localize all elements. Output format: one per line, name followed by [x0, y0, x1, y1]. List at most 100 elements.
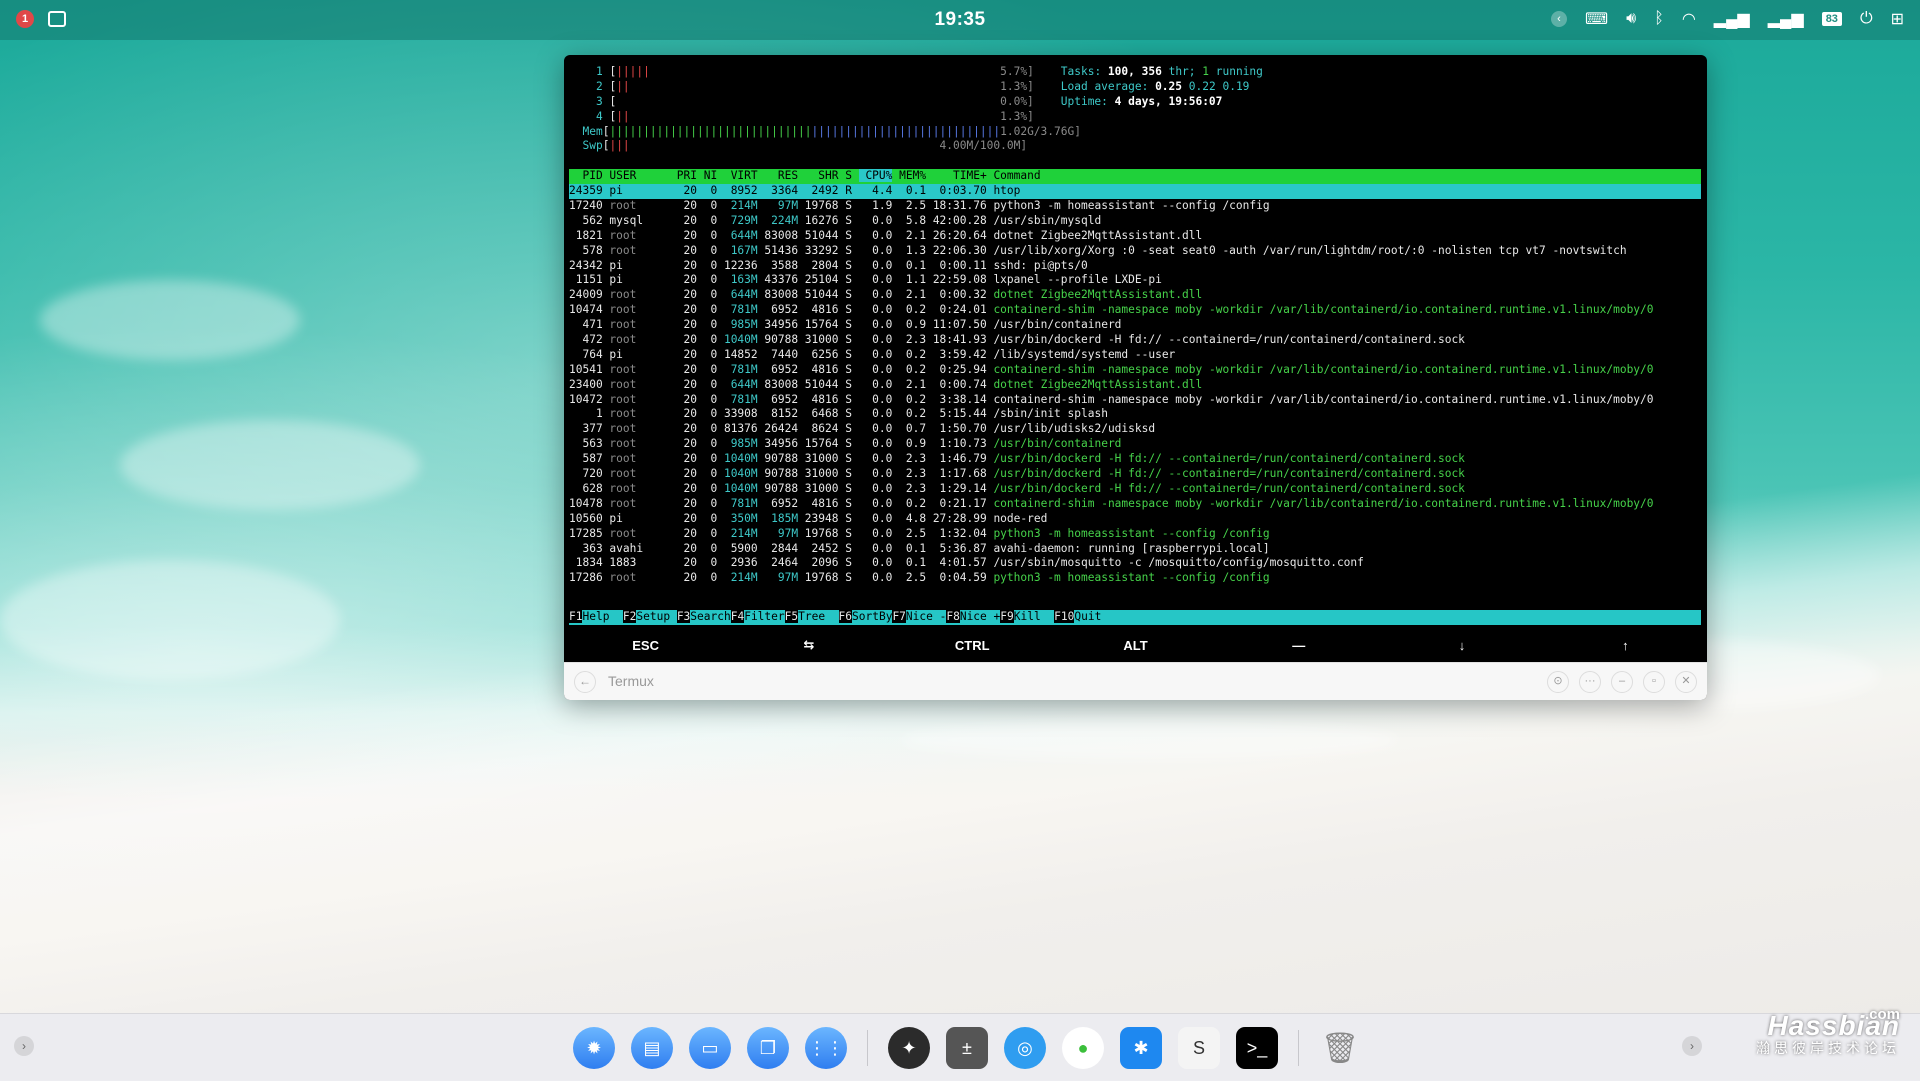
- table-row[interactable]: 1151 pi 20 0 163M 43376 25104 S 0.0 1.1 …: [569, 273, 1701, 288]
- bluetooth-icon[interactable]: ᛒ: [1654, 10, 1664, 28]
- extra-key[interactable]: ⇆: [739, 637, 879, 653]
- column-header-mem[interactable]: MEM%: [892, 169, 926, 182]
- fkey-f7[interactable]: F7Nice -: [892, 610, 946, 625]
- more-button[interactable]: ···: [1579, 671, 1601, 693]
- extra-key[interactable]: ESC: [576, 638, 716, 653]
- trash-icon[interactable]: 🗑︎: [1319, 1027, 1361, 1069]
- table-row[interactable]: 563 root 20 0 985M 34956 15764 S 0.0 0.9…: [569, 437, 1701, 452]
- terminal-icon[interactable]: >_: [1236, 1027, 1278, 1069]
- table-row[interactable]: 1821 root 20 0 644M 83008 51044 S 0.0 2.…: [569, 229, 1701, 244]
- table-row[interactable]: 471 root 20 0 985M 34956 15764 S 0.0 0.9…: [569, 318, 1701, 333]
- table-row[interactable]: 1834 1883 20 0 2936 2464 2096 S 0.0 0.1 …: [569, 556, 1701, 571]
- table-row[interactable]: 24359 pi 20 0 8952 3364 2492 R 4.4 0.1 0…: [569, 184, 1701, 200]
- column-header-res[interactable]: RES: [758, 169, 798, 182]
- column-header-virt[interactable]: VIRT: [717, 169, 758, 182]
- browser-compass-icon[interactable]: ✦: [888, 1027, 930, 1069]
- app-drawer-icon[interactable]: ⋮⋮: [805, 1027, 847, 1069]
- dock-left-arrow-icon[interactable]: ›: [14, 1036, 34, 1056]
- fkey-f2[interactable]: F2Setup: [622, 610, 677, 625]
- wechat-icon[interactable]: ●: [1062, 1027, 1104, 1069]
- column-header-time[interactable]: TIME+: [926, 169, 987, 182]
- cell-shr: 23948: [798, 511, 839, 525]
- cell-time: 5:15.44: [926, 407, 987, 421]
- termux-window[interactable]: 1 [||||| 5.7%] Tasks: 100, 356 thr; 1 ru…: [564, 55, 1707, 700]
- table-row[interactable]: 377 root 20 0 81376 26424 8624 S 0.0 0.7…: [569, 422, 1701, 437]
- table-row[interactable]: 10474 root 20 0 781M 6952 4816 S 0.0 0.2…: [569, 303, 1701, 318]
- s-app-icon[interactable]: S: [1178, 1027, 1220, 1069]
- column-header-user[interactable]: USER: [603, 169, 670, 182]
- table-row[interactable]: 23400 root 20 0 644M 83008 51044 S 0.0 2…: [569, 378, 1701, 393]
- column-header-cpu[interactable]: CPU%: [858, 169, 893, 183]
- table-row[interactable]: 24009 root 20 0 644M 83008 51044 S 0.0 2…: [569, 288, 1701, 303]
- table-row[interactable]: 764 pi 20 0 14852 7440 6256 S 0.0 0.2 3:…: [569, 348, 1701, 363]
- column-header-pri[interactable]: PRI: [670, 169, 697, 182]
- volume-icon[interactable]: 🔊︎: [1626, 10, 1636, 28]
- table-row[interactable]: 363 avahi 20 0 5900 2844 2452 S 0.0 0.1 …: [569, 542, 1701, 557]
- window-titlebar[interactable]: ← Termux ⊙ ··· – ▫ ✕: [564, 662, 1707, 700]
- fkey-f5[interactable]: F5Tree: [784, 610, 839, 625]
- launcher-icon[interactable]: ✹: [573, 1027, 615, 1069]
- column-header-s[interactable]: S: [838, 169, 858, 182]
- keyboard-icon[interactable]: ⌨: [1585, 9, 1608, 29]
- cell-mem: 0.2: [892, 362, 927, 376]
- battery-indicator[interactable]: 83: [1821, 12, 1842, 26]
- back-button[interactable]: ←: [574, 671, 596, 693]
- table-row[interactable]: 472 root 20 0 1040M 90788 31000 S 0.0 2.…: [569, 333, 1701, 348]
- table-row[interactable]: 10478 root 20 0 781M 6952 4816 S 0.0 0.2…: [569, 497, 1701, 512]
- table-row[interactable]: 628 root 20 0 1040M 90788 31000 S 0.0 2.…: [569, 482, 1701, 497]
- collapse-tray-icon[interactable]: ‹: [1551, 11, 1568, 27]
- table-row[interactable]: 10472 root 20 0 781M 6952 4816 S 0.0 0.2…: [569, 393, 1701, 408]
- extra-key[interactable]: ↓: [1392, 638, 1532, 653]
- term-text: [: [602, 79, 617, 93]
- signal-2-icon[interactable]: ▂▄▆: [1768, 9, 1804, 29]
- minimize-button[interactable]: –: [1611, 671, 1633, 693]
- extra-key[interactable]: ALT: [1065, 638, 1205, 653]
- cell-shr: 2804: [798, 258, 839, 272]
- table-row[interactable]: 10560 pi 20 0 350M 185M 23948 S 0.0 4.8 …: [569, 512, 1701, 527]
- table-row[interactable]: 10541 root 20 0 781M 6952 4816 S 0.0 0.2…: [569, 363, 1701, 378]
- htop-terminal[interactable]: 1 [||||| 5.7%] Tasks: 100, 356 thr; 1 ru…: [569, 65, 1701, 625]
- dock-right-arrow-icon[interactable]: ›: [1682, 1036, 1702, 1056]
- fkey-f9[interactable]: F9Kill: [1000, 610, 1054, 625]
- maximize-button[interactable]: ▫: [1643, 671, 1665, 693]
- window-switch-icon[interactable]: ❐: [747, 1027, 789, 1069]
- table-row[interactable]: 720 root 20 0 1040M 90788 31000 S 0.0 2.…: [569, 467, 1701, 482]
- wifi-icon[interactable]: ◠: [1682, 9, 1696, 29]
- fkey-f4[interactable]: F4Filter: [730, 610, 785, 625]
- signal-icon[interactable]: ▂▄▆: [1714, 9, 1750, 29]
- cell-s: S: [838, 422, 859, 436]
- column-header-shr[interactable]: SHR: [798, 169, 838, 182]
- table-row[interactable]: 17285 root 20 0 214M 97M 19768 S 0.0 2.5…: [569, 527, 1701, 542]
- table-row[interactable]: 17240 root 20 0 214M 97M 19768 S 1.9 2.5…: [569, 199, 1701, 214]
- fkey-f1[interactable]: F1Help: [569, 610, 623, 625]
- pin-button[interactable]: ⊙: [1547, 671, 1569, 693]
- table-row[interactable]: 24342 pi 20 0 12236 3588 2804 S 0.0 0.1 …: [569, 259, 1701, 274]
- table-row[interactable]: 17286 root 20 0 214M 97M 19768 S 0.0 2.5…: [569, 571, 1701, 586]
- table-row[interactable]: 587 root 20 0 1040M 90788 31000 S 0.0 2.…: [569, 452, 1701, 467]
- table-row[interactable]: 562 mysql 20 0 729M 224M 16276 S 0.0 5.8…: [569, 214, 1701, 229]
- fkey-f8[interactable]: F8Nice +: [946, 610, 1000, 625]
- cell-mem: 0.2: [892, 347, 927, 361]
- multitask-icon[interactable]: ▤: [631, 1027, 673, 1069]
- chat-app-icon[interactable]: ✱: [1120, 1027, 1162, 1069]
- extra-key[interactable]: ↑: [1555, 638, 1695, 653]
- column-header-command[interactable]: Command: [987, 169, 1707, 182]
- extra-key[interactable]: CTRL: [902, 638, 1042, 653]
- fkey-f6[interactable]: F6SortBy: [838, 610, 892, 625]
- cell-user: root: [602, 392, 671, 406]
- column-header-ni[interactable]: NI: [697, 169, 717, 182]
- extra-key[interactable]: —: [1229, 638, 1369, 653]
- cell-user: root: [602, 288, 671, 302]
- plug-icon[interactable]: ⏻: [1860, 10, 1873, 28]
- qq-browser-icon[interactable]: ◎: [1004, 1027, 1046, 1069]
- fkey-f3[interactable]: F3Search: [676, 610, 731, 625]
- column-header-pid[interactable]: PID: [569, 169, 602, 182]
- apps-grid-icon[interactable]: ⊞: [1891, 9, 1904, 29]
- table-row[interactable]: 1 root 20 0 33908 8152 6468 S 0.0 0.2 5:…: [569, 407, 1701, 422]
- close-button[interactable]: ✕: [1675, 671, 1697, 693]
- fkey-f10[interactable]: F10Quit: [1054, 610, 1142, 625]
- desktop-icon[interactable]: ▭: [689, 1027, 731, 1069]
- cell-command: containerd-shim -namespace moby -workdir…: [986, 392, 1654, 406]
- table-row[interactable]: 578 root 20 0 167M 51436 33292 S 0.0 1.3…: [569, 244, 1701, 259]
- calculator-icon[interactable]: ±: [946, 1027, 988, 1069]
